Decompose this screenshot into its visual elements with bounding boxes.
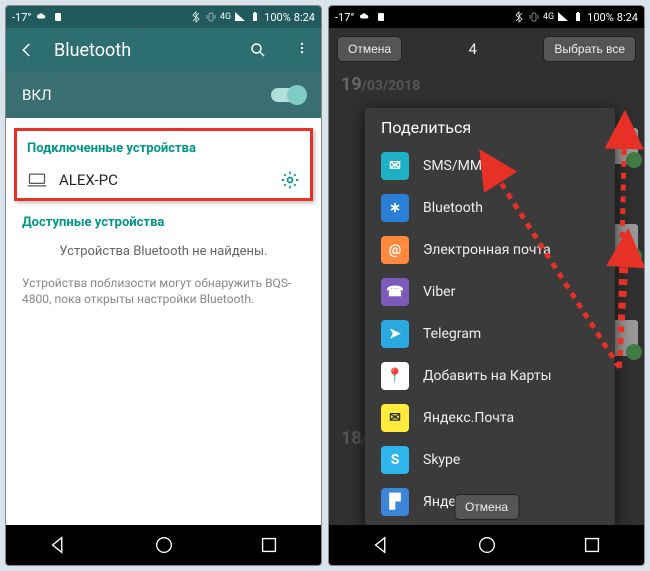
- app-icon: S: [381, 446, 409, 474]
- battery-icon: [249, 11, 261, 23]
- back-icon[interactable]: [18, 41, 36, 59]
- share-item-label: Bluetooth: [423, 200, 483, 216]
- share-item[interactable]: ∗ Bluetooth: [365, 187, 615, 229]
- signal-icon: [557, 11, 569, 23]
- phone-right: -17° 4G 100% 8:24 Отмена 4 Выбрать все 1…: [328, 5, 645, 566]
- nav-back-icon[interactable]: [48, 534, 70, 556]
- share-item[interactable]: ✉ Яндекс.Почта: [365, 397, 615, 439]
- temperature-indicator: -17°: [12, 11, 32, 24]
- page-title: Bluetooth: [54, 40, 231, 61]
- selection-topbar: Отмена 4 Выбрать все: [329, 28, 644, 70]
- share-item-label: Skype: [423, 452, 460, 468]
- nav-bar: [329, 525, 644, 565]
- share-sheet: Поделиться ✉ SMS/MMS ∗ Bluetooth @ Электронна…: [365, 108, 615, 525]
- app-icon: 📍: [381, 362, 409, 390]
- nav-back-icon[interactable]: [371, 534, 393, 556]
- paired-devices-label: Подключенные устройства: [25, 137, 302, 164]
- device-settings-icon[interactable]: [280, 170, 300, 190]
- share-item[interactable]: ☎ Viber: [365, 271, 615, 313]
- network-type: 4G: [543, 12, 554, 22]
- cloud-icon: [36, 11, 48, 23]
- share-item[interactable]: ✉ SMS/MMS: [365, 145, 615, 187]
- bluetooth-icon: [513, 11, 525, 23]
- battery-icon: [572, 11, 584, 23]
- cloud-icon: [359, 11, 371, 23]
- app-icon: ☎: [381, 278, 409, 306]
- bluetooth-toggle-row[interactable]: ВКЛ: [6, 72, 321, 118]
- clock: 8:24: [294, 11, 315, 24]
- device-name: ALEX-PC: [59, 171, 118, 189]
- nav-home-icon[interactable]: [153, 534, 175, 556]
- available-devices-label: Доступные устройства: [6, 205, 321, 234]
- share-item[interactable]: ➤ Telegram: [365, 313, 615, 355]
- bluetooth-header: Bluetooth: [6, 28, 321, 72]
- status-bar: -17° 4G 100% 8:24: [329, 6, 644, 28]
- bluetooth-content: Подключенные устройства ALEX-PC Доступны…: [6, 118, 321, 525]
- share-item-label: Добавить на Карты: [423, 368, 551, 384]
- cancel-button[interactable]: Отмена: [337, 36, 402, 62]
- paired-device-row[interactable]: ALEX-PC: [25, 164, 302, 194]
- vibrate-icon: [528, 11, 540, 23]
- nav-recent-icon[interactable]: [258, 534, 280, 556]
- network-type: 4G: [220, 12, 231, 22]
- notification-icon: [52, 11, 64, 23]
- nav-bar: [6, 525, 321, 565]
- battery-percent: 100%: [264, 11, 291, 24]
- no-devices-text: Устройства Bluetooth не найдены.: [6, 234, 321, 269]
- visibility-hint: Устройства поблизости могут обнаружить B…: [6, 269, 321, 313]
- select-all-button[interactable]: Выбрать все: [543, 36, 636, 62]
- app-icon: ▛: [381, 488, 409, 516]
- phone-left: -17° 4G 100% 8:24: [5, 5, 322, 566]
- bluetooth-toggle-label: ВКЛ: [22, 86, 52, 104]
- share-item-label: Viber: [423, 284, 455, 300]
- notification-icon: [375, 11, 387, 23]
- bluetooth-icon: [190, 11, 202, 23]
- share-item-label: Яндекс.Почта: [423, 410, 514, 426]
- nav-recent-icon[interactable]: [581, 534, 603, 556]
- share-item-label: Электронная почта: [423, 242, 551, 258]
- app-icon: @: [381, 236, 409, 264]
- annotation-highlight-box: Подключенные устройства ALEX-PC: [14, 128, 313, 201]
- bluetooth-switch[interactable]: [271, 88, 305, 102]
- share-item-label: Telegram: [423, 326, 481, 342]
- signal-icon: [234, 11, 246, 23]
- share-item-label: SMS/MMS: [423, 158, 490, 174]
- date-header-1: 19/03/2018: [329, 70, 644, 99]
- status-bar: -17° 4G 100% 8:24: [6, 6, 321, 28]
- share-cancel-button[interactable]: Отмена: [454, 494, 519, 520]
- share-item[interactable]: S Skype: [365, 439, 615, 481]
- clock: 8:24: [617, 11, 638, 24]
- share-sheet-title: Поделиться: [365, 114, 615, 145]
- app-icon: ✉: [381, 152, 409, 180]
- app-icon: ➤: [381, 320, 409, 348]
- search-icon[interactable]: [249, 41, 267, 59]
- share-item[interactable]: 📍 Добавить на Карты: [365, 355, 615, 397]
- app-icon: ✉: [381, 404, 409, 432]
- app-icon: ∗: [381, 194, 409, 222]
- gallery-selection-screen: Отмена 4 Выбрать все 19/03/2018 Поделить…: [329, 28, 644, 525]
- overflow-menu-icon[interactable]: [295, 41, 309, 59]
- nav-home-icon[interactable]: [476, 534, 498, 556]
- vibrate-icon: [205, 11, 217, 23]
- share-item[interactable]: @ Электронная почта: [365, 229, 615, 271]
- temperature-indicator: -17°: [335, 11, 355, 24]
- battery-percent: 100%: [587, 11, 614, 24]
- selected-count: 4: [408, 40, 537, 58]
- laptop-icon: [27, 170, 47, 190]
